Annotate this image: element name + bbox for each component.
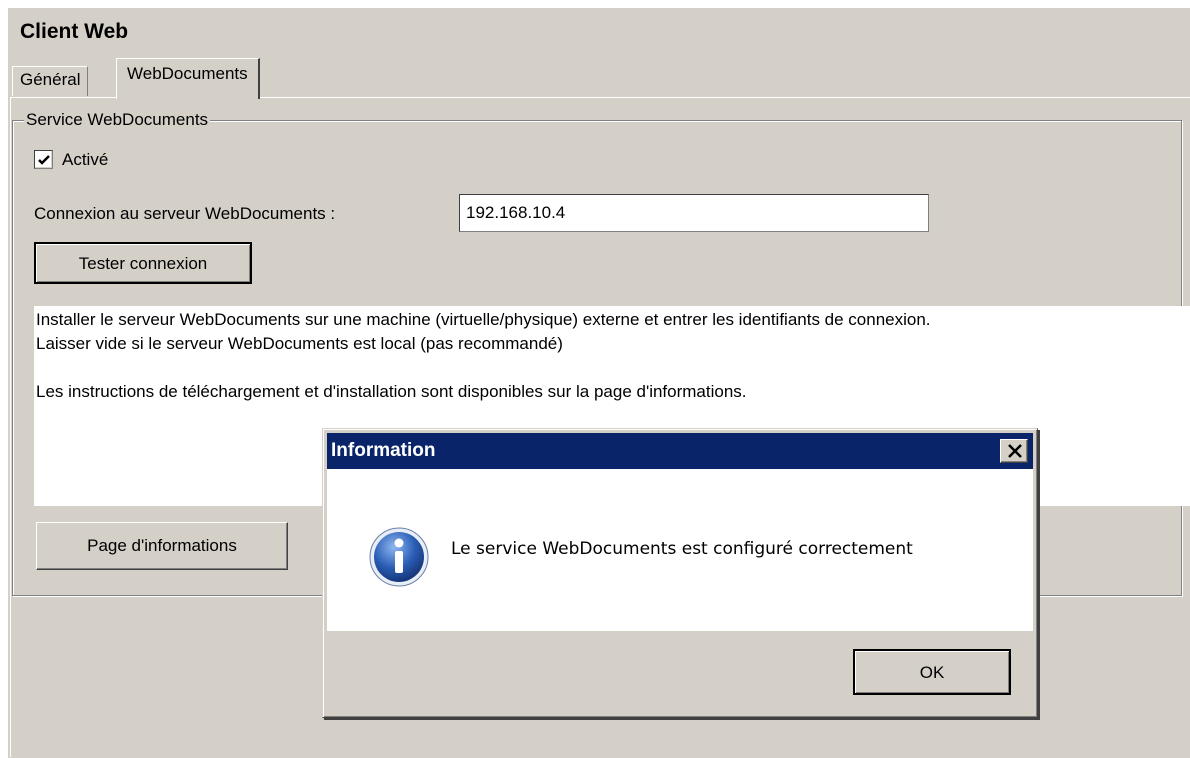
enabled-checkbox[interactable] xyxy=(34,150,53,169)
dialog-title: Information xyxy=(331,440,436,461)
info-icon xyxy=(369,527,429,587)
test-connection-button[interactable]: Tester connexion xyxy=(34,242,252,284)
window-title: Client Web xyxy=(20,20,129,43)
dialog-titlebar[interactable]: Information xyxy=(327,433,1033,469)
info-spacer xyxy=(36,356,1188,380)
server-label: Connexion au serveur WebDocuments : xyxy=(34,204,336,223)
close-icon xyxy=(1008,444,1022,458)
checkmark-icon xyxy=(38,155,50,165)
enabled-label: Activé xyxy=(62,150,109,169)
information-dialog: Information Le service WebDocuments est … xyxy=(322,428,1038,718)
info-line-2: Laisser vide si le serveur WebDocuments … xyxy=(36,334,563,353)
info-line-3: Les instructions de téléchargement et d'… xyxy=(36,382,747,401)
dialog-message: Le service WebDocuments est configuré co… xyxy=(451,539,913,559)
groupbox-legend: Service WebDocuments xyxy=(24,110,211,130)
tab-webdocuments[interactable]: WebDocuments xyxy=(116,58,260,99)
tab-general[interactable]: Général xyxy=(12,66,89,96)
ok-button[interactable]: OK xyxy=(853,649,1011,695)
close-button[interactable] xyxy=(1000,439,1028,463)
info-page-button[interactable]: Page d'informations xyxy=(36,522,288,570)
dialog-body: Le service WebDocuments est configuré co… xyxy=(327,469,1033,631)
info-line-1: Installer le serveur WebDocuments sur un… xyxy=(36,310,931,329)
server-input[interactable] xyxy=(459,194,929,232)
